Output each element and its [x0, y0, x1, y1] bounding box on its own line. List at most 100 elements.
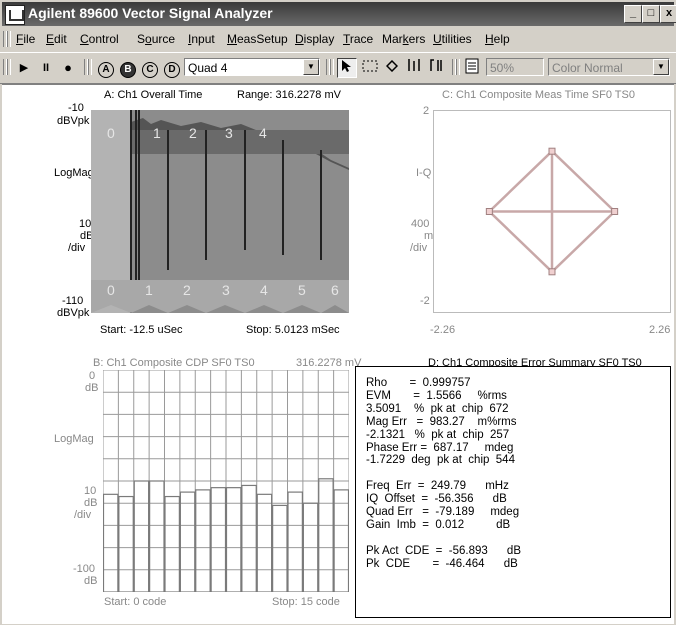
app-icon[interactable] [5, 5, 25, 25]
trace-c-button[interactable]: C [140, 58, 160, 78]
trace-b-stop[interactable]: Stop: 15 code [272, 596, 340, 608]
slot-chevrons [91, 280, 349, 313]
menu-input[interactable]: Input [188, 32, 215, 46]
menu-label: dit [54, 32, 67, 46]
menu-markers[interactable]: Markers [382, 32, 425, 46]
trace-b-bottom-value[interactable]: -100 [73, 563, 95, 575]
trace-c-plot[interactable] [433, 110, 671, 313]
trace-b-button[interactable]: B [118, 58, 138, 78]
cdp-bar[interactable] [118, 495, 134, 593]
trace-a-bottom-value[interactable]: -110 [62, 295, 83, 307]
minimize-button[interactable]: _ [624, 5, 642, 23]
peak-marker-button[interactable] [426, 58, 446, 78]
trace-b-yformat[interactable]: LogMag [54, 433, 94, 445]
close-button[interactable]: x [660, 5, 676, 23]
cdp-bar[interactable] [102, 493, 119, 593]
menu-label: S [137, 32, 146, 46]
trace-c-bottom-value[interactable]: -2 [420, 295, 430, 307]
maximize-button[interactable]: □ [642, 5, 660, 23]
persistence-button[interactable] [462, 58, 482, 78]
chevron-down-icon[interactable]: ▼ [653, 59, 669, 75]
trace-a-upper-band [131, 130, 349, 154]
trace-d-button[interactable]: D [162, 58, 182, 78]
trace-b-start[interactable]: Start: 0 code [104, 596, 166, 608]
menu-label: elp [493, 32, 510, 46]
layout-select[interactable]: Quad 4 ▼ [184, 58, 320, 76]
menu-file[interactable]: File [16, 32, 35, 46]
trace-b-range[interactable]: 316.2278 mV [296, 357, 361, 369]
iq-symbol-point[interactable] [485, 208, 493, 215]
trace-b-title[interactable]: B: Ch1 Composite CDP SF0 TS0 [93, 357, 255, 369]
cdp-bar[interactable] [287, 491, 303, 593]
chevron-down-icon[interactable]: ▼ [303, 59, 319, 75]
menu-edit[interactable]: Edit [46, 32, 67, 46]
toolbar: ▶ II ● A B C D Quad 4 ▼ 50% Color Normal… [0, 52, 676, 84]
toolbar-grip[interactable] [7, 59, 11, 75]
trace-a-yformat[interactable]: LogMag [54, 167, 94, 179]
trace-d-error-summary[interactable]: Rho = 0.999757 EVM = 1.5566 %rms 3.5091 % … [355, 366, 671, 618]
color-select[interactable]: Color Normal ▼ [548, 58, 670, 76]
cdp-bar[interactable] [272, 504, 288, 593]
pointer-tool-button[interactable] [337, 58, 357, 78]
marker-button[interactable] [382, 58, 402, 78]
menu-accel: E [46, 32, 55, 46]
cdp-bar[interactable] [256, 493, 273, 593]
slot-label: 3 [222, 282, 230, 298]
trace-a-scale-value[interactable]: 10 [79, 218, 91, 230]
trace-a-title[interactable]: A: Ch1 Overall Time [104, 89, 202, 101]
trace-c-scale-unit: m [424, 230, 434, 242]
record-button[interactable]: ● [58, 58, 78, 78]
trace-a-top-unit: dBVpk [57, 115, 90, 127]
menu-utilities[interactable]: Utilities [433, 32, 472, 46]
trace-b-scale-value[interactable]: 10 [84, 485, 96, 497]
menu-label: nput [191, 32, 215, 46]
trace-c-title[interactable]: C: Ch1 Composite Meas Time SF0 TS0 [442, 89, 635, 101]
slot-label: 4 [259, 125, 267, 141]
zoom-box-button[interactable] [360, 58, 380, 78]
trace-c-yformat[interactable]: I-Q [416, 167, 431, 179]
trace-c-xmax[interactable]: 2.26 [649, 324, 670, 336]
trace-a-range[interactable]: Range: 316.2278 mV [237, 89, 341, 101]
iq-symbol-point[interactable] [548, 147, 556, 155]
menubar-grip[interactable] [7, 31, 11, 47]
slot-label: 0 [107, 125, 115, 141]
play-button[interactable]: ▶ [14, 58, 34, 78]
trace-a-bottom-unit: dBVpk [57, 307, 90, 319]
trace-b-chart [102, 369, 350, 593]
menu-help[interactable]: Help [485, 32, 510, 46]
trace-a-start[interactable]: Start: -12.5 uSec [100, 324, 183, 336]
menu-source[interactable]: Source [137, 32, 175, 46]
cdp-bar[interactable] [164, 495, 180, 593]
diamond-icon [385, 59, 399, 73]
trace-a-plot[interactable]: 0 1 2 3 4 0 1 2 3 4 5 6 [91, 110, 349, 313]
pause-button[interactable]: II [36, 58, 56, 78]
cdp-bar[interactable] [333, 489, 350, 593]
title-bar[interactable]: Agilent 89600 Vector Signal Analyzer _ □… [2, 2, 676, 26]
trace-b-top-value[interactable]: 0 [89, 370, 95, 382]
menu-trace[interactable]: Trace [343, 32, 373, 46]
trace-a-button[interactable]: A [96, 58, 116, 78]
iq-symbol-point[interactable] [548, 268, 556, 276]
cdp-bar[interactable] [195, 489, 211, 593]
trace-b-plot[interactable] [102, 369, 350, 593]
trace-c-xmin[interactable]: -2.26 [430, 324, 455, 336]
cdp-bar[interactable] [133, 480, 150, 593]
trace-c-scale-value[interactable]: 400 [411, 218, 429, 230]
cdp-bar[interactable] [241, 484, 257, 593]
trace-a-top-value[interactable]: -10 [68, 102, 84, 114]
menu-display[interactable]: Display [295, 32, 334, 46]
menu-control[interactable]: Control [80, 32, 119, 46]
cdp-bar[interactable] [318, 478, 334, 593]
menu-accel: C [80, 32, 89, 46]
slot-label: 1 [145, 282, 153, 298]
slot-label: 1 [153, 125, 161, 141]
cdp-bar[interactable] [149, 480, 165, 593]
iq-symbol-point[interactable] [611, 208, 619, 215]
menu-meassetup[interactable]: MeasSetup [227, 32, 288, 46]
cdp-bar[interactable] [179, 491, 196, 593]
menu-accel: D [295, 32, 304, 46]
trace-b-top-unit: dB [85, 382, 99, 394]
trace-c-top-value[interactable]: 2 [423, 105, 429, 117]
band-marker-button[interactable] [404, 58, 424, 78]
trace-a-stop[interactable]: Stop: 5.0123 mSec [246, 324, 340, 336]
